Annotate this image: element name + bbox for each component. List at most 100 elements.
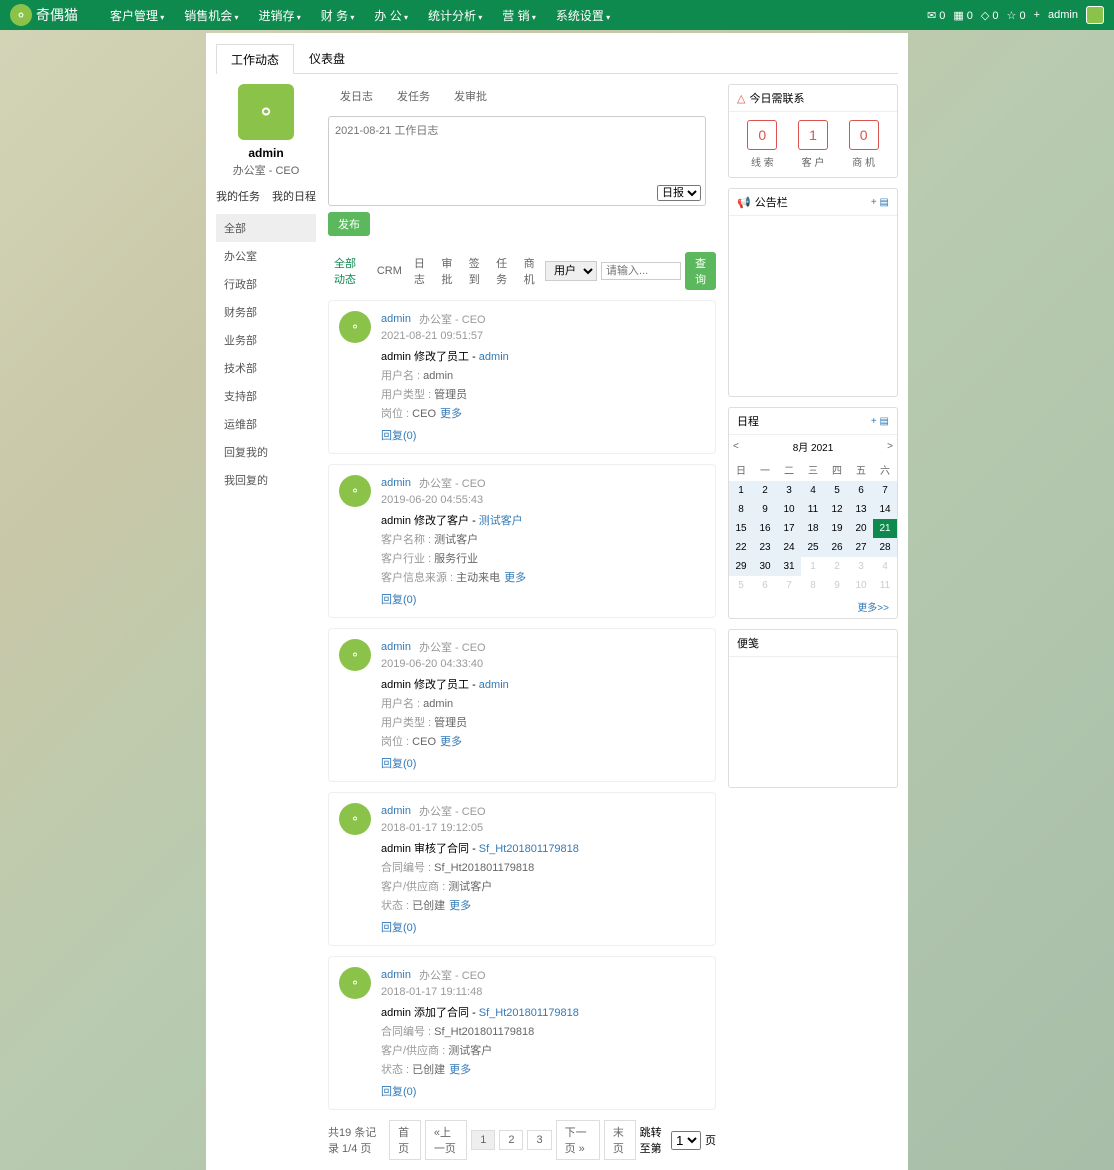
cal-prev[interactable]: < [733,441,739,452]
feed-reply[interactable]: 回复(0) [381,919,416,935]
feed-time: 2019-06-20 04:55:43 [381,494,705,506]
page-3[interactable]: 3 [527,1130,551,1150]
feed-user-link[interactable]: admin [381,477,411,489]
dept-admin[interactable]: 行政部 [216,270,316,298]
search-button[interactable]: 查询 [685,252,716,290]
nav-inventory[interactable]: 进销存 [251,7,309,24]
feed-user-link[interactable]: admin [381,313,411,325]
feed-user-link[interactable]: admin [381,641,411,653]
nav-customers[interactable]: 客户管理 [102,7,172,24]
panel-contact: △今日需联系 0线 索 1客 户 0商 机 [728,84,898,178]
post-textarea[interactable] [335,125,699,137]
feed-time: 2021-08-21 09:51:57 [381,330,705,342]
feed-reply[interactable]: 回复(0) [381,1083,416,1099]
dept-finance[interactable]: 财务部 [216,298,316,326]
link-my-schedule[interactable]: 我的日程 [272,188,316,204]
feed-more[interactable]: 更多 [449,1064,471,1076]
pagination: 共19 条记录 1/4 页 首页 «上一页 1 2 3 下一页 » 末页 跳转至… [328,1120,716,1160]
cal-month: 8月 2021 [793,439,834,454]
user-avatar-icon[interactable] [1086,6,1104,24]
main-tabs: 工作动态 仪表盘 [216,43,898,74]
dept-replies-to-me[interactable]: 回复我的 [216,438,316,466]
filter-log[interactable]: 日志 [408,252,435,290]
contact-leads[interactable]: 0线 索 [747,120,777,169]
feed-user-link[interactable]: admin [381,805,411,817]
tab-activity[interactable]: 工作动态 [216,44,294,74]
dept-office[interactable]: 办公室 [216,242,316,270]
notes-body [729,657,897,787]
page-first[interactable]: 首页 [389,1120,421,1160]
feed-target-link[interactable]: 测试客户 [479,515,523,527]
stat-star[interactable]: ☆ 0 [1007,9,1026,22]
filter-checkin[interactable]: 签到 [463,252,490,290]
post-tab-task[interactable]: 发任务 [385,84,442,108]
feed-item: ⚬ admin办公室 - CEO 2018-01-17 19:12:05 adm… [328,792,716,946]
stat-grid[interactable]: ▦ 0 [953,9,973,22]
nav-finance[interactable]: 财 务 [313,7,363,24]
dept-tech[interactable]: 技术部 [216,354,316,382]
page-2[interactable]: 2 [499,1130,523,1150]
top-username[interactable]: admin [1048,9,1078,21]
contact-customers[interactable]: 1客 户 [798,120,828,169]
announce-icon: 📢 [737,197,751,209]
cal-next[interactable]: > [887,441,893,452]
main-column: 发日志 发任务 发审批 日报 发布 全部动态 CRM 日志 审批 签到 任务 商… [328,84,716,1160]
contact-opportunities[interactable]: 0商 机 [849,120,879,169]
nav-analytics[interactable]: 统计分析 [420,7,490,24]
feed-avatar-icon: ⚬ [339,475,371,507]
feed-target-link[interactable]: admin [479,679,509,691]
page-prev[interactable]: «上一页 [425,1120,467,1160]
stat-plus[interactable]: + [1034,9,1040,21]
dept-ops[interactable]: 运维部 [216,410,316,438]
filter-approval[interactable]: 审批 [435,252,462,290]
user-role: 办公室 - CEO [216,162,316,178]
filter-crm[interactable]: CRM [371,262,408,280]
filter-user-select[interactable]: 用户 [545,261,597,281]
stat-diamond[interactable]: ◇ 0 [981,9,999,22]
dept-business[interactable]: 业务部 [216,326,316,354]
page-next[interactable]: 下一页 » [556,1120,600,1160]
feed-reply[interactable]: 回复(0) [381,427,416,443]
avatar-box: ⚬ admin 办公室 - CEO [216,84,316,178]
feed-target-link[interactable]: admin [479,351,509,363]
schedule-add[interactable]: + ▤ [871,416,889,427]
feed-reply[interactable]: 回复(0) [381,755,416,771]
filter-input[interactable] [601,262,681,280]
feed-action: admin 修改了员工 - admin [381,348,705,364]
dept-support[interactable]: 支持部 [216,382,316,410]
page-last[interactable]: 末页 [604,1120,636,1160]
tab-dashboard[interactable]: 仪表盘 [294,43,360,73]
board-add[interactable]: + ▤ [871,197,889,208]
feed-more[interactable]: 更多 [449,900,471,912]
page-1[interactable]: 1 [471,1130,495,1150]
filter-biz[interactable]: 商机 [518,252,545,290]
filter-all[interactable]: 全部动态 [328,252,371,290]
dept-all[interactable]: 全部 [216,214,316,242]
feed-user-link[interactable]: admin [381,969,411,981]
panel-notes-head: 便笺 [729,630,897,657]
publish-button[interactable]: 发布 [328,212,370,236]
dept-my-replies[interactable]: 我回复的 [216,466,316,494]
stat-mail[interactable]: ✉ 0 [927,9,945,22]
feed-target-link[interactable]: Sf_Ht201801179818 [479,843,579,855]
schedule-more[interactable]: 更多>> [857,603,889,614]
filter-task[interactable]: 任务 [490,252,517,290]
post-type-select[interactable]: 日报 [657,185,701,201]
nav-settings[interactable]: 系统设置 [548,7,618,24]
post-tab-log[interactable]: 发日志 [328,84,385,108]
calendar: < 8月 2021 > 日一二三四五六 1234567 891011121314… [729,435,897,595]
feed-more[interactable]: 更多 [440,736,462,748]
feed-item: ⚬ admin办公室 - CEO 2019-06-20 04:33:40 adm… [328,628,716,782]
link-my-tasks[interactable]: 我的任务 [216,188,260,204]
feed-target-link[interactable]: Sf_Ht201801179818 [479,1007,579,1019]
feed-more[interactable]: 更多 [504,572,526,584]
feed-reply[interactable]: 回复(0) [381,591,416,607]
nav-office[interactable]: 办 公 [366,7,416,24]
page-jump-select[interactable]: 1 [671,1131,701,1150]
post-tab-approval[interactable]: 发审批 [442,84,499,108]
contact-row: 0线 索 1客 户 0商 机 [729,112,897,177]
feed-more[interactable]: 更多 [440,408,462,420]
nav-marketing[interactable]: 营 销 [494,7,544,24]
panel-schedule: 日程+ ▤ < 8月 2021 > 日一二三四五六 1234567 891011… [728,407,898,619]
nav-sales[interactable]: 销售机会 [176,7,246,24]
